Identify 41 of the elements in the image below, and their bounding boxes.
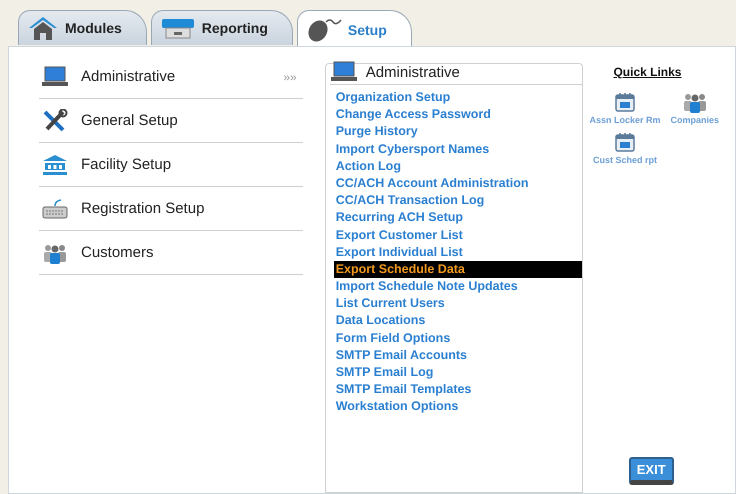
laptop-icon: [330, 61, 358, 83]
menu-link[interactable]: Workstation Options: [334, 398, 582, 416]
house-icon: [27, 15, 59, 41]
quick-link[interactable]: Cust Sched rpt: [589, 131, 660, 165]
menu-link[interactable]: CC/ACH Transaction Log: [334, 192, 582, 210]
tools-icon: [41, 108, 69, 132]
keyboard-icon: [41, 198, 69, 220]
menu-link[interactable]: Action Log: [334, 158, 582, 175]
sidebar-item[interactable]: General Setup: [39, 99, 303, 143]
bank-icon: [41, 154, 69, 176]
menu-link[interactable]: Change Access Password: [334, 106, 582, 124]
menu-link[interactable]: Data Locations: [334, 312, 582, 330]
menu-link[interactable]: Import Schedule Note Updates: [334, 278, 582, 296]
calendar-icon: [614, 91, 636, 113]
tab[interactable]: Reporting: [150, 10, 293, 45]
tab[interactable]: Modules: [18, 10, 147, 45]
laptop-icon: [41, 66, 69, 88]
menu-link[interactable]: SMTP Email Templates: [334, 381, 582, 398]
sidebar-item[interactable]: Facility Setup: [39, 143, 303, 187]
menu-link[interactable]: Export Customer List: [334, 226, 582, 244]
tab[interactable]: Setup: [296, 10, 412, 48]
sidebar-item[interactable]: Administrative »»: [39, 55, 303, 99]
sidebar-item[interactable]: Customers: [39, 231, 303, 275]
menu-link[interactable]: CC/ACH Account Administration: [334, 174, 582, 192]
quick-link[interactable]: Assn Locker Rm: [589, 91, 660, 125]
menu-link[interactable]: Recurring ACH Setup: [334, 209, 582, 226]
menu-link[interactable]: Export Schedule Data: [334, 260, 582, 278]
menu-link[interactable]: Organization Setup: [334, 89, 582, 106]
sidebar-item[interactable]: Registration Setup: [39, 187, 303, 231]
panel-title: Administrative: [366, 64, 460, 80]
menu-link[interactable]: Import Cybersport Names: [334, 140, 582, 158]
exit-button[interactable]: EXIT: [628, 457, 674, 485]
quick-links-title: Quick Links: [613, 65, 682, 79]
menu-link[interactable]: SMTP Email Log: [334, 364, 582, 382]
menu-link[interactable]: Form Field Options: [334, 330, 582, 347]
quick-link[interactable]: Companies: [670, 91, 719, 125]
menu-link[interactable]: Export Individual List: [334, 244, 582, 261]
menu-link[interactable]: List Current Users: [334, 295, 582, 312]
calendar-icon: [614, 131, 636, 153]
menu-link[interactable]: SMTP Email Accounts: [334, 346, 582, 364]
menu-link[interactable]: Purge History: [334, 123, 582, 141]
